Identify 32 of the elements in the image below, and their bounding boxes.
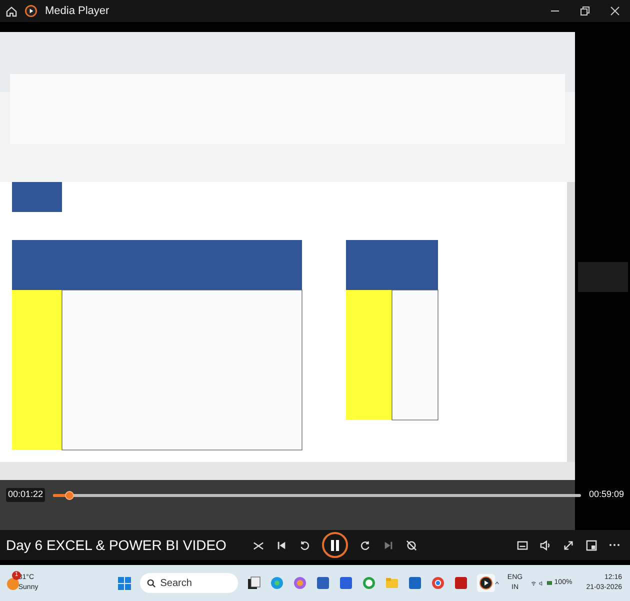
subtitles-icon[interactable] <box>517 540 528 550</box>
pause-icon <box>330 540 340 550</box>
close-icon[interactable] <box>610 6 620 16</box>
wifi-icon[interactable] <box>530 578 536 588</box>
windows-logo-icon[interactable] <box>118 576 132 590</box>
fullscreen-icon[interactable] <box>563 540 574 550</box>
forward-icon[interactable] <box>360 540 371 550</box>
rewind-icon[interactable] <box>299 540 310 550</box>
media-player-icon[interactable] <box>479 576 494 590</box>
repeat-off-icon[interactable] <box>406 540 417 550</box>
chevron-up-icon[interactable] <box>495 579 500 587</box>
video-title: Day 6 EXCEL & POWER BI VIDEO <box>6 536 228 555</box>
battery-icon[interactable] <box>546 579 552 587</box>
elapsed-time: 00:01:22 <box>6 488 46 502</box>
video-thumbnail <box>578 262 628 292</box>
window-title: Media Player <box>45 4 110 19</box>
duration-time: 00:59:09 <box>588 488 624 502</box>
task-view-icon[interactable] <box>247 576 262 590</box>
previous-icon[interactable] <box>276 540 287 550</box>
home-icon[interactable] <box>6 6 17 16</box>
mini-view-icon[interactable] <box>586 540 597 550</box>
search-icon <box>147 578 156 588</box>
seek-bar[interactable] <box>53 494 581 496</box>
restore-icon[interactable] <box>580 6 590 16</box>
weather-icon <box>6 577 20 591</box>
volume-icon[interactable] <box>540 540 551 550</box>
search-field[interactable]: Search <box>140 573 238 593</box>
more-icon[interactable] <box>609 543 620 547</box>
volume-icon[interactable] <box>538 578 544 588</box>
app-logo-icon <box>25 5 37 17</box>
pause-button[interactable] <box>322 532 348 558</box>
next-icon[interactable] <box>383 540 394 550</box>
